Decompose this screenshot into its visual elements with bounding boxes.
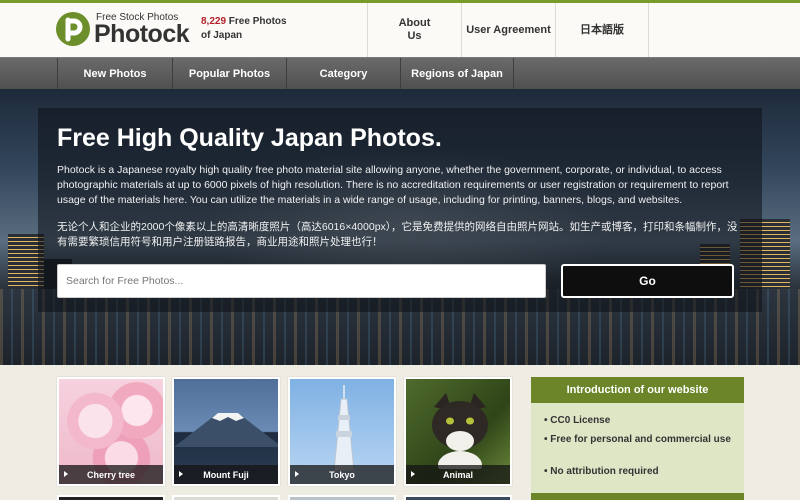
search-input[interactable]	[57, 264, 546, 298]
logo-wordmark[interactable]: Photock	[94, 20, 190, 49]
go-button[interactable]: Go	[561, 264, 734, 298]
nav-about-us[interactable]: About Us	[367, 3, 461, 57]
thumb-label: Mount Fuji	[203, 469, 249, 480]
nav-popular-photos[interactable]: Popular Photos	[172, 58, 286, 90]
intro-panel: • CC0 License • Free for personal and co…	[531, 403, 744, 493]
nav-japanese-label: 日本語版	[580, 23, 624, 36]
category-mount-fuji[interactable]: Mount Fuji	[172, 377, 280, 486]
category-cherry-tree[interactable]: Cherry tree	[57, 377, 165, 486]
thumb-caption: Tokyo	[290, 465, 394, 484]
caption-arrow-icon	[295, 471, 299, 477]
photo-count-line2: of Japan	[201, 30, 243, 41]
nav-user-agreement-label: User Agreement	[466, 23, 551, 36]
thumb-caption: Mount Fuji	[174, 465, 278, 484]
thumb-label: Cherry tree	[86, 469, 136, 480]
intro-bullet-text: Free for personal and commercial use	[550, 434, 731, 445]
intro-bullet: • Free for personal and commercial use	[544, 434, 731, 445]
intro-title: Introduction of our website	[531, 377, 744, 403]
category-tokyo[interactable]: Tokyo	[288, 377, 396, 486]
category-thumb-next[interactable]	[172, 495, 280, 500]
intro-footer-bar	[531, 493, 744, 500]
photo-count-number: 8,229	[201, 16, 227, 27]
caption-arrow-icon	[179, 471, 183, 477]
intro-bullet: • No attribution required	[544, 466, 659, 477]
thumb-label: Animal	[442, 469, 473, 480]
category-thumb-next[interactable]	[57, 495, 165, 500]
thumb-caption: Cherry tree	[59, 465, 163, 484]
intro-bullet-text: No attribution required	[550, 466, 659, 477]
thumb-label: Tokyo	[329, 469, 355, 480]
nav-about-label: About	[398, 17, 431, 29]
tokyo-skytree-photo-icon	[333, 385, 355, 471]
hero-description-cn: 无论个人和企业的2000个像素以上的高清晰度照片（高达6016×4000px），…	[57, 221, 738, 248]
caption-arrow-icon	[64, 471, 68, 477]
category-animal[interactable]: Animal	[404, 377, 512, 486]
mount-fuji-photo-icon	[174, 413, 278, 447]
nav-japanese-version[interactable]: 日本語版	[555, 3, 649, 57]
nav-category[interactable]: Category	[286, 58, 400, 90]
hero-title: Free High Quality Japan Photos.	[57, 124, 442, 152]
nav-regions-of-japan[interactable]: Regions of Japan	[400, 58, 514, 90]
caption-arrow-icon	[411, 471, 415, 477]
photock-logo-icon[interactable]	[56, 12, 90, 46]
thumb-caption: Animal	[406, 465, 510, 484]
cat-photo-icon	[432, 393, 488, 469]
main-nav: New Photos Popular Photos Category Regio…	[0, 57, 800, 90]
hero-description-en: Photock is a Japanese royalty high quali…	[57, 164, 729, 206]
intro-bullet-text: CC0 License	[550, 415, 611, 426]
nav-about-label-2: Us	[407, 30, 422, 42]
nav-new-photos[interactable]: New Photos	[57, 58, 172, 90]
photo-count: 8,229 Free Photos of Japan	[201, 15, 287, 43]
nav-user-agreement[interactable]: User Agreement	[461, 3, 555, 57]
intro-bullet: • CC0 License	[544, 415, 611, 426]
category-thumb-next[interactable]	[288, 495, 396, 500]
category-thumb-next[interactable]	[404, 495, 512, 500]
photo-count-suffix: Free Photos	[226, 16, 287, 27]
